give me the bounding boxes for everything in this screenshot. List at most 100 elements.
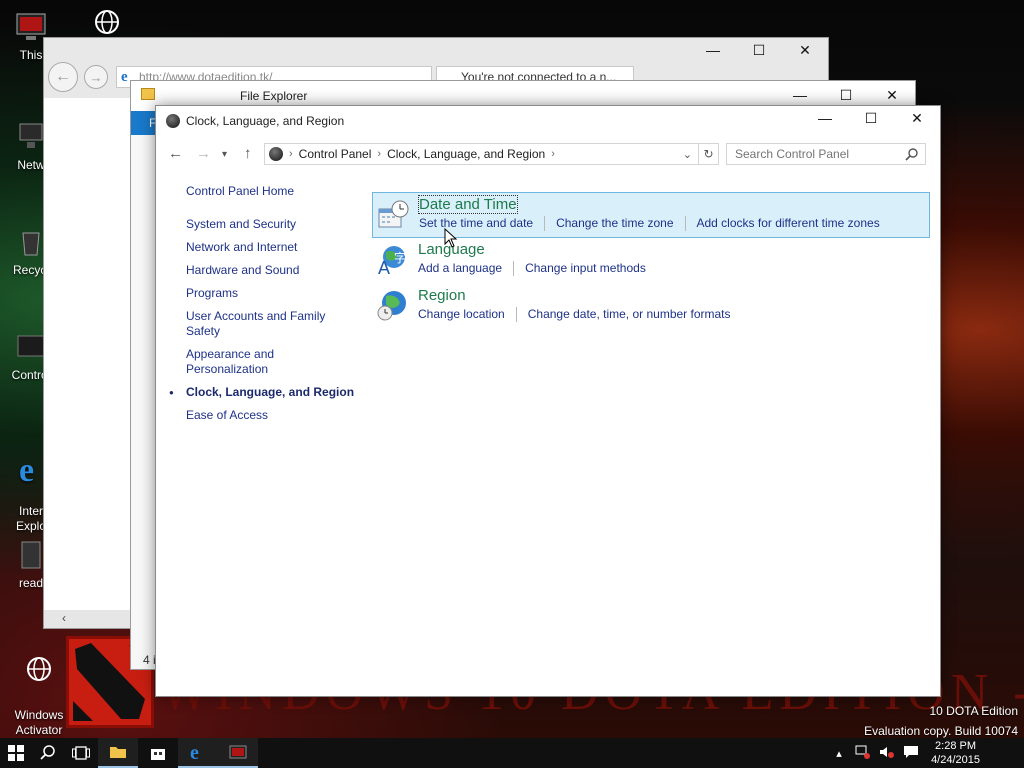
task-view-icon	[72, 746, 90, 760]
link-change-input-methods[interactable]: Change input methods	[525, 261, 646, 276]
link-change-time-zone[interactable]: Change the time zone	[556, 216, 673, 231]
link-set-time-and-date[interactable]: Set the time and date	[419, 216, 533, 231]
control-panel-icon	[269, 147, 283, 161]
control-panel-icon	[229, 745, 247, 759]
titlebar: Clock, Language, and Region — ☐ ✕	[156, 106, 940, 136]
internet-explorer-icon: e	[121, 69, 128, 85]
internet-explorer-icon: e	[190, 742, 199, 762]
arrow-left-icon: ←	[55, 68, 71, 85]
nav-programs[interactable]: Programs	[186, 286, 356, 301]
nav-appearance[interactable]: Appearance and Personalization	[186, 347, 296, 377]
search-button[interactable]	[32, 738, 64, 768]
link-add-language[interactable]: Add a language	[418, 261, 502, 276]
recent-locations-icon[interactable]: ▾	[222, 149, 227, 160]
language-icon: A 字	[378, 246, 406, 276]
nav-hardware-and-sound[interactable]: Hardware and Sound	[186, 263, 356, 278]
file-tab[interactable]: F	[131, 111, 157, 135]
nav-system-and-security[interactable]: System and Security	[186, 217, 356, 232]
window-title: File Explorer	[240, 89, 308, 103]
close-button[interactable]: ✕	[869, 83, 915, 107]
chevron-up-icon[interactable]: ▴	[827, 747, 851, 760]
control-panel-window[interactable]: Clock, Language, and Region — ☐ ✕ ← → ▾ …	[155, 105, 941, 697]
maximize-button[interactable]: ☐	[736, 38, 782, 62]
action-center-icon[interactable]	[899, 745, 923, 762]
clock[interactable]: 2:28 PM 4/24/2015	[931, 739, 980, 767]
minimize-button[interactable]: —	[690, 38, 736, 62]
forward-button[interactable]: →	[84, 65, 108, 89]
divider	[684, 216, 686, 231]
status-bar: 4 i	[143, 653, 156, 667]
desktop-icon-label: This	[19, 48, 43, 62]
close-button[interactable]: ✕	[782, 38, 828, 62]
task-view-button[interactable]	[64, 738, 98, 768]
windows-logo-icon	[8, 745, 24, 761]
evaluation-edition: 10 DOTA Edition	[929, 704, 1019, 718]
search-field[interactable]	[726, 143, 926, 165]
search-icon[interactable]	[905, 147, 919, 161]
calendar-clock-icon	[378, 200, 409, 228]
link-change-formats[interactable]: Change date, time, or number formats	[528, 307, 731, 322]
nav-network-and-internet[interactable]: Network and Internet	[186, 240, 356, 255]
desktop-icon-windows-activator[interactable]: Windows Activator	[4, 640, 74, 738]
category-title[interactable]: Region	[418, 287, 466, 304]
taskbar-store[interactable]	[138, 738, 178, 768]
taskbar: e ▴ 2:28 PM 4/24/2015	[0, 738, 1024, 768]
svg-text:e: e	[19, 452, 34, 485]
control-panel-icon	[166, 114, 180, 128]
taskbar-file-explorer[interactable]	[98, 738, 138, 768]
nav-control-panel-home[interactable]: Control Panel Home	[186, 184, 356, 199]
breadcrumb-control-panel[interactable]: Control Panel	[299, 147, 372, 161]
refresh-icon[interactable]: ↻	[698, 144, 718, 164]
category-links: Change location Change date, time, or nu…	[418, 307, 731, 322]
evaluation-build: Evaluation copy. Build 10074	[864, 724, 1018, 738]
svg-text:字: 字	[394, 250, 406, 265]
close-button[interactable]: ✕	[894, 106, 940, 130]
chevron-right-icon: ›	[289, 148, 293, 160]
category-region[interactable]: Region Change location Change date, time…	[372, 284, 930, 330]
maximize-button[interactable]: ☐	[823, 83, 869, 107]
category-links: Add a language Change input methods	[418, 261, 646, 276]
breadcrumb[interactable]: › Control Panel › Clock, Language, and R…	[264, 143, 719, 165]
left-navigation: Control Panel Home System and Security N…	[169, 184, 356, 431]
nav-ease-of-access[interactable]: Ease of Access	[186, 408, 356, 423]
desktop-icon-label: Inter Explo	[15, 504, 47, 533]
desktop-icon-label: Windows Activator	[14, 708, 64, 737]
minimize-button[interactable]: —	[802, 106, 848, 130]
nav-user-accounts[interactable]: User Accounts and Family Safety	[186, 309, 336, 339]
minimize-button[interactable]: —	[777, 83, 823, 107]
nav-clock-language-region[interactable]: Clock, Language, and Region	[169, 385, 356, 400]
back-button[interactable]: ←	[48, 62, 78, 92]
chevron-left-icon[interactable]: ‹	[62, 611, 66, 625]
store-icon	[151, 749, 165, 760]
link-change-location[interactable]: Change location	[418, 307, 505, 322]
chevron-right-icon: ›	[551, 148, 555, 160]
chevron-down-icon[interactable]: ⌄	[683, 148, 692, 161]
link-add-clocks[interactable]: Add clocks for different time zones	[697, 216, 880, 231]
desktop-icon-label: Netw	[17, 158, 45, 172]
category-title[interactable]: Date and Time	[418, 195, 518, 214]
mouse-cursor-icon	[444, 228, 458, 248]
up-arrow-icon[interactable]: ↑	[244, 145, 252, 162]
taskbar-control-panel[interactable]	[218, 738, 258, 768]
search-icon	[40, 745, 55, 760]
category-links: Set the time and date Change the time zo…	[419, 216, 880, 231]
speaker-muted-icon[interactable]	[875, 745, 899, 762]
clock-date: 4/24/2015	[931, 754, 980, 766]
search-input[interactable]	[727, 144, 897, 164]
region-globe-icon	[377, 291, 406, 321]
svg-text:e: e	[190, 742, 199, 762]
window-title: Clock, Language, and Region	[186, 114, 345, 128]
divider	[513, 261, 515, 276]
arrow-right-icon: →	[89, 69, 103, 85]
start-button[interactable]	[0, 738, 32, 768]
divider	[515, 307, 517, 322]
forward-arrow-icon[interactable]: →	[196, 145, 211, 162]
taskbar-internet-explorer[interactable]: e	[178, 738, 218, 768]
folder-icon	[141, 88, 155, 100]
network-icon[interactable]	[851, 745, 875, 762]
breadcrumb-clock-language-region[interactable]: Clock, Language, and Region	[387, 147, 545, 161]
back-arrow-icon[interactable]: ←	[168, 145, 183, 162]
maximize-button[interactable]: ☐	[848, 106, 894, 130]
chevron-right-icon: ›	[377, 148, 382, 160]
clock-time: 2:28 PM	[935, 740, 977, 752]
